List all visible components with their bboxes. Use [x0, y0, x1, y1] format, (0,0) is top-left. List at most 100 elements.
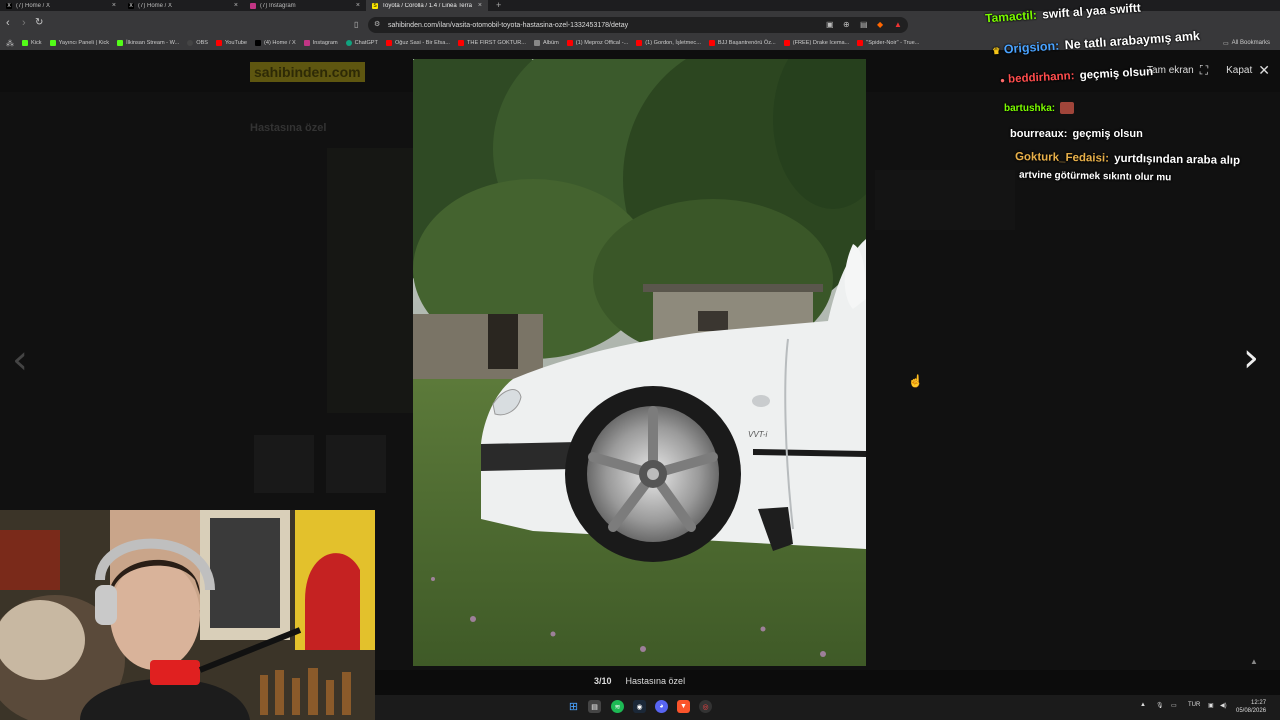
spotify-icon[interactable]: ≋ [611, 700, 624, 713]
x-icon [255, 40, 262, 46]
network-icon[interactable]: ▣ [1208, 702, 1214, 709]
site-logo[interactable]: sahibinden.com [250, 62, 365, 82]
url-text: sahibinden.com/ilan/vasita-otomobil-toyo… [388, 21, 629, 29]
brave-browser-icon[interactable]: ▼ [677, 700, 690, 713]
bookmark-label: (1) Meproz Offical -... [575, 40, 629, 46]
tray-app-icon[interactable]: ▭ [1171, 702, 1177, 709]
stream-chat-overlay: Tamactil: swift al yaa swiftt ♛ Origsion… [982, 0, 1280, 195]
system-clock[interactable]: 12:27 05/08/2026 [1236, 699, 1266, 715]
tab-label: (7) Home / X [138, 2, 173, 9]
bookmark-item[interactable]: (1) Gordon, İşletmec... [636, 40, 701, 46]
main-photo-dimmed [327, 148, 413, 413]
browser-tab-3[interactable]: (7) Instagram × [244, 0, 366, 11]
chat-message: Gokturk_Fedaisi: yurtdışından araba alıp [1015, 151, 1240, 167]
next-photo-arrow-icon[interactable]: › [1243, 338, 1259, 378]
bookmark-item[interactable]: Yayıncı Paneli | Kick [49, 40, 110, 46]
chat-text: artvine götürmek sıkıntı olur mu [1018, 169, 1172, 184]
browser-tab-1[interactable]: X (7) Home / X × [0, 0, 122, 11]
bookmark-item[interactable]: BJJ Başantrenörü Öz... [708, 40, 776, 46]
thumbnail[interactable] [326, 435, 386, 493]
browser-tab-2[interactable]: X (7) Home / X × [122, 0, 244, 11]
x-icon: X [6, 2, 12, 9]
chat-text: yurtdışından araba alıp [1114, 152, 1241, 167]
bookmark-label: İlkinsan Stream - W... [126, 40, 180, 46]
chat-username: Gokturk_Fedaisi: [1014, 151, 1110, 165]
back-icon[interactable]: ‹ [6, 17, 10, 29]
photo-caption: 3/10 Hastasına özel [594, 676, 685, 686]
zoom-icon[interactable]: ⊕ [843, 20, 850, 29]
bookmark-label: Oğuz Sasi - Bir Efsa... [394, 40, 450, 46]
tab-label: Toyota / Corolla / 1.4 / Linea Terra [382, 2, 472, 9]
youtube-icon [385, 40, 392, 46]
new-tab-button[interactable]: + [488, 0, 509, 11]
chat-text: swift al yaa swiftt [1041, 0, 1142, 22]
chat-username: Origsion: [1003, 38, 1060, 57]
bookmark-item[interactable]: ChatGPT [345, 40, 378, 46]
bookmark-item[interactable]: (4) Home / X [255, 40, 296, 46]
forward-icon[interactable]: › [22, 17, 26, 29]
folder-icon [533, 40, 540, 46]
x-icon: X [128, 2, 134, 9]
youtube-icon [636, 40, 643, 46]
bookmark-label: (1) Gordon, İşletmec... [645, 40, 701, 46]
reader-icon[interactable]: ▤ [860, 20, 868, 29]
chat-username: bourreaux: [1010, 128, 1068, 140]
clock-time: 12:27 [1251, 700, 1267, 706]
language-indicator[interactable]: TUR [1188, 702, 1200, 708]
tray-chevron-icon[interactable]: ▲ [1140, 702, 1146, 708]
bookmark-item[interactable]: Instagram [303, 40, 338, 46]
youtube-icon [216, 40, 223, 46]
bookmark-item[interactable]: Oğuz Sasi - Bir Efsa... [385, 40, 450, 46]
tab-close-icon[interactable]: × [112, 2, 116, 9]
tab-close-icon[interactable]: × [356, 2, 360, 9]
brave-rewards-icon[interactable]: ▲ [894, 20, 902, 29]
bookmark-label: Kick [31, 40, 42, 46]
reload-icon[interactable]: ↻ [35, 17, 43, 28]
brave-shield-icon[interactable]: ◆ [877, 20, 883, 29]
crown-icon: ♛ [991, 45, 1001, 57]
previous-photo-arrow-icon[interactable]: ‹ [12, 340, 28, 380]
bookmark-item[interactable]: Kick [22, 40, 42, 46]
apps-icon[interactable]: ⁂ [6, 39, 14, 48]
bookmark-page-icon[interactable]: ▯ [354, 20, 358, 29]
obs-icon [187, 40, 194, 46]
tab-close-icon[interactable]: × [234, 2, 238, 9]
volume-icon[interactable]: ◀) [1220, 702, 1227, 709]
bookmark-item[interactable]: Albüm [533, 40, 559, 46]
scroll-top-icon[interactable]: ▲ [1250, 657, 1258, 666]
chat-message: bartushka: [1004, 102, 1074, 114]
bookmark-label: THE FIRST GOKTUR... [466, 40, 526, 46]
bookmark-item[interactable]: YouTube [216, 40, 247, 46]
photo-caption-text: Hastasına özel [625, 676, 686, 686]
webcam-feed [0, 510, 375, 720]
chat-username: Tamactil: [984, 7, 1038, 26]
listing-photo: VVT-i [413, 59, 866, 666]
tab-close-icon[interactable]: × [478, 2, 482, 9]
chat-username: beddirhann: [1007, 70, 1075, 86]
windows-start-icon[interactable]: ⊞ [567, 700, 580, 713]
chat-message: bourreaux: geçmiş olsun [1010, 128, 1143, 140]
bookmark-label: Yayıncı Paneli | Kick [58, 40, 110, 46]
hand-cursor-icon: ☝ [908, 374, 923, 388]
bookmark-label: (FREE) Drake Icema... [792, 40, 850, 46]
steam-icon[interactable]: ◉ [633, 700, 646, 713]
tab-label: (7) Home / X [16, 2, 51, 9]
bookmark-item[interactable]: OBS [187, 40, 208, 46]
bookmark-item[interactable]: "Spider-Noir" - True... [857, 40, 919, 46]
microphone-icon[interactable]: 🎙 [1156, 702, 1164, 709]
browser-tab-4-active[interactable]: S Toyota / Corolla / 1.4 / Linea Terra × [366, 0, 488, 11]
obs-taskbar-icon[interactable]: ◎ [699, 700, 712, 713]
bookmark-item[interactable]: İlkinsan Stream - W... [117, 40, 179, 46]
bookmark-item[interactable]: (1) Meproz Offical -... [566, 40, 629, 46]
bookmark-item[interactable]: THE FIRST GOKTUR... [457, 40, 526, 46]
instagram-icon [250, 2, 256, 9]
youtube-icon [708, 40, 715, 46]
bookmark-item[interactable]: (FREE) Drake Icema... [783, 40, 850, 46]
site-info-icon[interactable]: ⚙ [374, 20, 380, 28]
bookmark-label: OBS [196, 40, 209, 46]
discord-icon[interactable]: ◕ [655, 700, 668, 713]
instagram-icon [303, 40, 310, 46]
translate-icon[interactable]: ▣ [826, 20, 834, 29]
file-explorer-icon[interactable]: ▤ [588, 700, 601, 713]
thumbnail[interactable] [254, 435, 314, 493]
